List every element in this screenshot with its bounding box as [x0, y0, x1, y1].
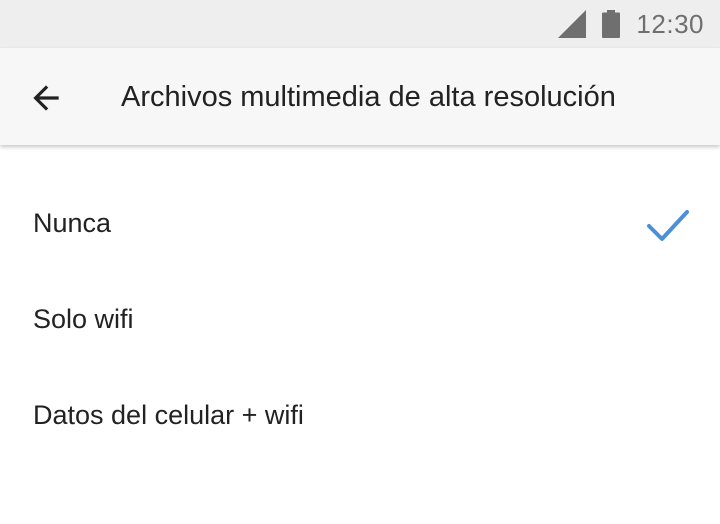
option-label: Datos del celular + wifi	[33, 400, 304, 430]
back-button[interactable]	[20, 72, 72, 124]
page-title: Archivos multimedia de alta resolución	[121, 81, 616, 113]
battery-icon	[602, 10, 621, 38]
status-bar: 12:30	[0, 0, 720, 48]
option-datos-celular-wifi[interactable]: Datos del celular + wifi	[0, 368, 720, 464]
option-nunca[interactable]: Nunca	[0, 176, 720, 272]
signal-icon	[558, 10, 587, 38]
status-icons: 12:30	[558, 0, 704, 48]
options-list: Nunca Solo wifi Datos del celular + wifi	[0, 146, 720, 464]
app-bar: Archivos multimedia de alta resolución	[0, 48, 720, 145]
arrow-back-icon	[33, 85, 59, 111]
option-solo-wifi[interactable]: Solo wifi	[0, 272, 720, 368]
option-label: Solo wifi	[33, 304, 134, 334]
option-label: Nunca	[33, 208, 112, 238]
status-time: 12:30	[636, 8, 704, 39]
check-icon	[647, 210, 689, 241]
